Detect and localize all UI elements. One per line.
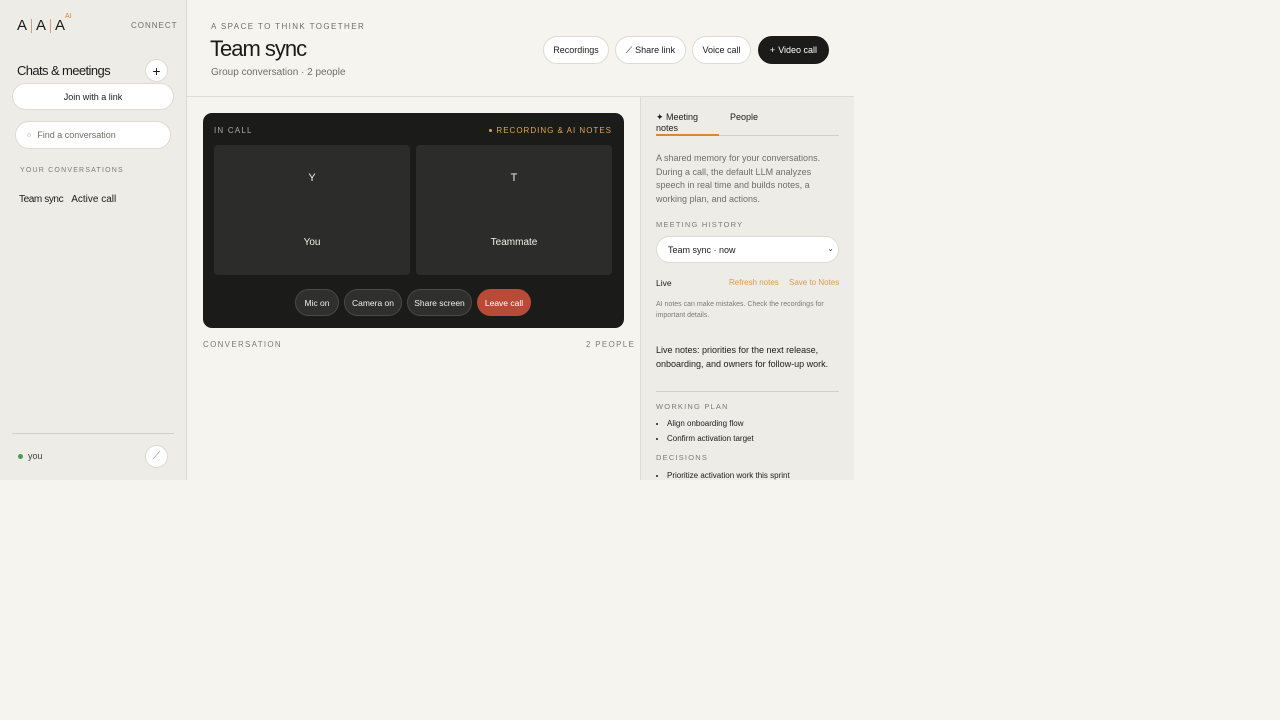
- pencil-icon: ⟋: [152, 450, 161, 462]
- sidebar-title: Chats & meetings: [17, 63, 111, 78]
- call-status: IN CALL: [214, 126, 253, 135]
- conversation-section-label: CONVERSATION: [203, 340, 283, 349]
- search-placeholder: Find a conversation: [37, 130, 116, 140]
- current-user-name[interactable]: you: [28, 451, 43, 461]
- search-input[interactable]: ○ Find a conversation: [15, 121, 171, 149]
- meeting-history-select[interactable]: Team sync · now ⌄: [656, 236, 839, 263]
- link-icon: ⟋: [625, 44, 633, 55]
- live-label: Live: [656, 278, 672, 288]
- panel-divider: [656, 391, 839, 392]
- participant-name: Teammate: [490, 237, 538, 248]
- join-with-link-button[interactable]: Join with a link: [12, 83, 174, 110]
- compose-button[interactable]: ⟋: [145, 445, 168, 468]
- share-link-label: Share link: [635, 45, 676, 55]
- sidebar-divider: [12, 433, 174, 434]
- camera-toggle-button[interactable]: Camera on: [344, 289, 402, 316]
- decisions-list: Prioritize activation work this sprint: [667, 469, 790, 484]
- participant-initial: T: [510, 172, 518, 184]
- call-panel: IN CALL RECORDING & AI NOTES Y You T Tea…: [203, 113, 624, 328]
- refresh-notes-link[interactable]: Refresh notes: [729, 278, 779, 287]
- page-subtitle: Group conversation · 2 people: [211, 67, 346, 78]
- page-kicker: A SPACE TO THINK TOGETHER: [211, 22, 366, 31]
- notes-panel: ✦ Meeting notes People A shared memory f…: [640, 97, 854, 480]
- video-call-button[interactable]: + Video call: [758, 36, 829, 64]
- search-icon: ○: [27, 131, 32, 139]
- participant-tile[interactable]: T Teammate: [416, 145, 612, 275]
- share-screen-button[interactable]: Share screen: [407, 289, 472, 316]
- selected-meeting: Team sync · now: [668, 244, 736, 255]
- conversations-section-label: YOUR CONVERSATIONS: [20, 167, 124, 174]
- page-title: Team sync: [210, 36, 307, 61]
- video-call-label: Video call: [778, 45, 818, 55]
- tab-meeting-notes[interactable]: ✦ Meeting notes: [656, 112, 719, 136]
- list-item: Align onboarding flow: [667, 417, 754, 432]
- save-to-notes-link[interactable]: Save to Notes: [789, 278, 839, 287]
- live-notes-text: Live notes: priorities for the next rele…: [656, 345, 829, 369]
- participant-initial: Y: [308, 172, 316, 184]
- share-link-button[interactable]: ⟋ Share link: [615, 36, 686, 64]
- sidebar: A A A AI CONNECT Chats & meetings + Join …: [0, 0, 187, 480]
- online-status-dot: [18, 454, 23, 459]
- new-chat-button[interactable]: +: [145, 59, 168, 82]
- ai-disclaimer: AI notes can make mistakes. Check the re…: [656, 301, 824, 319]
- notes-description: A shared memory for your conversations. …: [656, 153, 821, 204]
- logo-divider: [31, 18, 33, 33]
- logo-letter: A: [36, 17, 47, 34]
- plus-icon: +: [769, 45, 776, 55]
- meeting-history-label: MEETING HISTORY: [656, 220, 744, 229]
- mic-toggle-button[interactable]: Mic on: [295, 289, 339, 316]
- recording-indicator: RECORDING & AI NOTES: [489, 126, 612, 135]
- people-count: 2 PEOPLE: [586, 340, 636, 349]
- plus-icon: +: [152, 62, 161, 79]
- recording-dot-icon: [489, 129, 493, 132]
- logo-letter: A: [17, 17, 28, 34]
- participant-name: You: [303, 237, 321, 248]
- leave-call-button[interactable]: Leave call: [477, 289, 531, 316]
- page-header: A SPACE TO THINK TOGETHER Team sync Grou…: [187, 0, 854, 97]
- list-item: Confirm activation target: [667, 432, 754, 447]
- working-plan-label: WORKING PLAN: [656, 402, 729, 411]
- chevron-down-icon: ⌄: [827, 244, 834, 253]
- conversation-item[interactable]: Team sync Active call: [19, 194, 116, 205]
- decisions-label: DECISIONS: [656, 453, 709, 462]
- recordings-button[interactable]: Recordings: [543, 36, 609, 64]
- tab-people[interactable]: People: [730, 112, 758, 136]
- logo-letter: A AI: [55, 13, 72, 34]
- app-logo[interactable]: A A A AI: [17, 13, 72, 34]
- connect-label[interactable]: CONNECT: [131, 21, 178, 30]
- participant-tile[interactable]: Y You: [214, 145, 410, 275]
- list-item: Prioritize activation work this sprint: [667, 469, 790, 484]
- logo-divider: [50, 18, 52, 33]
- logo-ai-mark: AI: [65, 13, 72, 20]
- logo-letter-text: A: [55, 17, 66, 34]
- conversation-name: Team sync: [19, 194, 64, 205]
- recording-label: RECORDING & AI NOTES: [496, 126, 612, 135]
- working-plan-list: Align onboarding flow Confirm activation…: [667, 417, 754, 446]
- panel-tabs: ✦ Meeting notes People: [656, 112, 839, 136]
- voice-call-button[interactable]: Voice call: [692, 36, 751, 64]
- conversation-status: Active call: [71, 194, 117, 205]
